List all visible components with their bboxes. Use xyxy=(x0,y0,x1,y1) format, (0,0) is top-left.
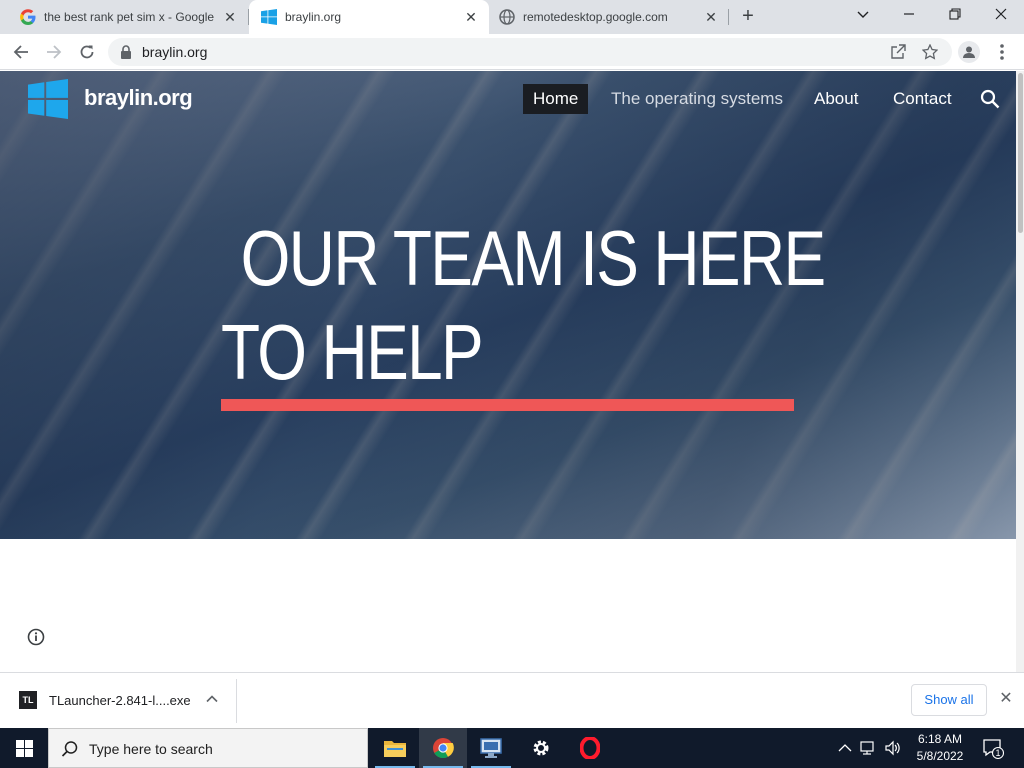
notification-count: 1 xyxy=(995,748,1001,758)
tab-remote-desktop[interactable]: remotedesktop.google.com ✕ xyxy=(489,0,729,34)
site-logo[interactable] xyxy=(28,79,68,119)
tab-search-chevron-icon[interactable] xyxy=(840,0,886,30)
tab-separator xyxy=(728,9,729,25)
volume-icon[interactable] xyxy=(884,740,902,756)
hero-headline-line2: TO HELP xyxy=(221,308,484,396)
hero-headline-line1: OUR TEAM IS HERE xyxy=(240,214,826,302)
clock-date: 5/8/2022 xyxy=(916,749,964,763)
page-viewport: braylin.org Home The operating systems A… xyxy=(0,71,1016,672)
show-hidden-icons-icon[interactable] xyxy=(838,743,852,753)
opera-taskbar-button[interactable] xyxy=(566,728,614,768)
monitor-icon xyxy=(480,738,502,758)
arrow-left-icon xyxy=(13,45,28,59)
tab-title: the best rank pet sim x - Google xyxy=(44,10,215,24)
reload-icon xyxy=(80,45,94,59)
reload-button[interactable] xyxy=(74,39,100,65)
tab-strip: the best rank pet sim x - Google ✕ brayl… xyxy=(0,0,1024,34)
start-button[interactable] xyxy=(0,728,48,768)
tab-close-icon[interactable]: ✕ xyxy=(222,9,238,25)
minimize-button[interactable] xyxy=(886,0,932,30)
chrome-icon xyxy=(433,738,454,759)
profile-avatar[interactable] xyxy=(958,41,980,63)
folder-icon xyxy=(384,741,406,757)
search-icon[interactable] xyxy=(980,89,1000,109)
windows-taskbar: Type here to search 6:18 AM 5/8/2022 1 xyxy=(0,728,1024,768)
search-icon xyxy=(61,741,78,757)
address-bar[interactable]: braylin.org xyxy=(108,38,952,66)
nav-home[interactable]: Home xyxy=(523,84,589,114)
info-icon[interactable] xyxy=(27,628,45,646)
tab-google-search[interactable]: the best rank pet sim x - Google ✕ xyxy=(0,0,248,34)
google-g-icon xyxy=(20,9,36,25)
new-tab-button[interactable]: + xyxy=(737,5,759,27)
back-button[interactable] xyxy=(8,39,34,65)
tab-close-icon[interactable]: ✕ xyxy=(703,9,719,25)
tab-title: remotedesktop.google.com xyxy=(523,10,668,24)
taskbar-clock[interactable]: 6:18 AM 5/8/2022 xyxy=(912,731,968,765)
bookmark-star-icon[interactable] xyxy=(922,44,938,60)
taskbar-search-placeholder: Type here to search xyxy=(89,741,213,757)
share-icon[interactable] xyxy=(890,44,906,60)
tab-close-icon[interactable]: ✕ xyxy=(463,9,479,25)
chrome-taskbar-button[interactable] xyxy=(419,728,467,768)
chevron-up-icon[interactable] xyxy=(205,692,219,706)
settings-taskbar-button[interactable] xyxy=(517,728,565,768)
close-downloads-icon[interactable]: ✕ xyxy=(998,691,1014,707)
tab-braylin[interactable]: braylin.org ✕ xyxy=(249,0,489,34)
scrollbar-thumb[interactable] xyxy=(1018,73,1023,233)
windows-logo-icon xyxy=(261,9,277,25)
tab-title: braylin.org xyxy=(285,10,342,24)
nav-about[interactable]: About xyxy=(814,84,858,114)
gear-icon xyxy=(533,740,549,756)
tlauncher-file-icon[interactable]: TL xyxy=(19,691,37,709)
site-name[interactable]: braylin.org xyxy=(84,85,193,111)
download-filename[interactable]: TLauncher-2.841-l....exe xyxy=(49,693,191,708)
forward-button[interactable] xyxy=(41,39,67,65)
clock-time: 6:18 AM xyxy=(917,732,963,746)
show-all-button[interactable]: Show all xyxy=(911,684,987,716)
browser-toolbar: braylin.org xyxy=(0,34,1024,70)
windows-start-icon xyxy=(15,739,33,757)
url-text[interactable]: braylin.org xyxy=(142,44,207,60)
more-menu-icon[interactable] xyxy=(994,41,1010,63)
hero-accent-underline xyxy=(221,399,794,411)
network-icon[interactable] xyxy=(860,740,878,756)
hero-headline: OUR TEAM IS HERE TO HELP xyxy=(221,211,826,399)
opera-icon xyxy=(580,737,600,759)
person-icon xyxy=(963,46,975,58)
nav-operating-systems[interactable]: The operating systems xyxy=(611,84,783,114)
lock-icon[interactable] xyxy=(120,45,132,59)
nav-contact[interactable]: Contact xyxy=(893,84,952,114)
divider xyxy=(236,679,237,723)
arrow-right-icon xyxy=(47,45,62,59)
system-tray xyxy=(838,728,902,768)
restore-button[interactable] xyxy=(932,0,978,30)
close-window-button[interactable] xyxy=(978,0,1024,30)
file-explorer-button[interactable] xyxy=(371,728,419,768)
notification-center-button[interactable]: 1 xyxy=(982,737,1005,760)
downloads-bar: TL TLauncher-2.841-l....exe Show all ✕ xyxy=(0,672,1024,728)
globe-icon xyxy=(499,9,515,25)
remote-desktop-taskbar-button[interactable] xyxy=(467,728,515,768)
taskbar-search-box[interactable]: Type here to search xyxy=(48,728,368,768)
